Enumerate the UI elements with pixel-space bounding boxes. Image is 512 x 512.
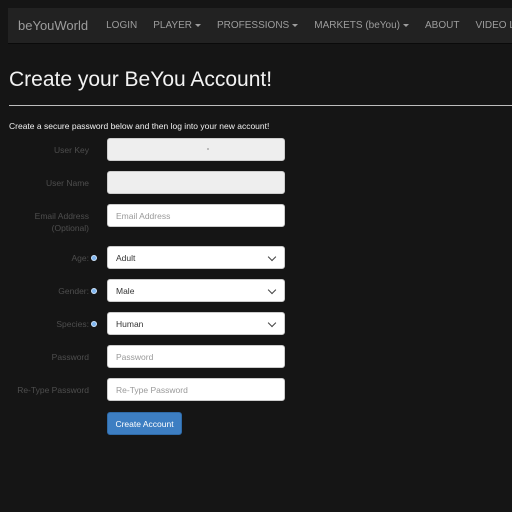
nav-login-label: LOGIN — [106, 20, 138, 31]
nav-login[interactable]: LOGIN — [98, 8, 145, 43]
species-value: Human — [116, 318, 144, 329]
nav-video-library-label: VIDEO LIBRARY — [475, 20, 512, 31]
info-icon[interactable] — [91, 287, 97, 294]
nav-markets-label: MARKETS (beYou) — [314, 20, 401, 31]
nav-about-label: ABOUT — [425, 20, 460, 31]
password-label: Password — [51, 351, 89, 362]
age-label: Age: — [71, 252, 90, 263]
nav-about[interactable]: ABOUT — [417, 8, 467, 43]
user-key-label: User Key — [54, 144, 89, 155]
top-navbar: beYouWorld LOGIN PLAYER PROFESSIONS MARK… — [8, 8, 512, 44]
intro-text: Create a secure password below and then … — [9, 121, 270, 131]
nav-player-label: PLAYER — [153, 20, 192, 31]
password-input[interactable]: Password — [107, 345, 285, 368]
nav-video-library[interactable]: VIDEO LIBRARY — [467, 8, 512, 43]
email-input[interactable]: Email Address — [107, 204, 285, 227]
chevron-down-icon — [267, 252, 277, 262]
caret-down-icon — [194, 24, 201, 27]
age-value: Adult — [116, 252, 136, 263]
gender-value: Male — [116, 285, 135, 296]
user-key-field — [107, 138, 285, 161]
title-divider — [9, 105, 512, 106]
retype-password-input[interactable]: Re-Type Password — [107, 378, 285, 401]
caret-down-icon — [403, 24, 410, 27]
gender-label: Gender: — [58, 285, 89, 296]
retype-password-placeholder: Re-Type Password — [116, 384, 188, 395]
species-select[interactable]: Human — [107, 312, 285, 335]
info-icon[interactable] — [91, 254, 97, 261]
email-label: Email Address — [34, 211, 89, 221]
chevron-down-icon — [267, 318, 277, 328]
nav-professions[interactable]: PROFESSIONS — [209, 8, 306, 43]
age-select[interactable]: Adult — [107, 246, 285, 269]
user-key-mark — [207, 148, 209, 150]
create-account-button[interactable]: Create Account — [107, 412, 182, 435]
caret-down-icon — [292, 24, 299, 27]
password-placeholder: Password — [116, 351, 154, 362]
nav-markets[interactable]: MARKETS (beYou) — [306, 8, 417, 43]
email-placeholder: Email Address — [116, 210, 171, 221]
nav-player[interactable]: PLAYER — [145, 8, 209, 43]
user-name-field — [107, 171, 285, 194]
gender-select[interactable]: Male — [107, 279, 285, 302]
user-name-label: User Name — [46, 177, 89, 188]
chevron-down-icon — [267, 285, 277, 295]
info-icon[interactable] — [91, 320, 97, 327]
nav-professions-label: PROFESSIONS — [216, 20, 290, 31]
page-title: Create your BeYou Account! — [9, 68, 273, 91]
species-label: Species: — [56, 318, 89, 329]
retype-password-label: Re-Type Password — [17, 384, 89, 395]
brand-logo[interactable]: beYouWorld — [8, 18, 98, 33]
email-optional-label: (Optional) — [51, 223, 89, 233]
